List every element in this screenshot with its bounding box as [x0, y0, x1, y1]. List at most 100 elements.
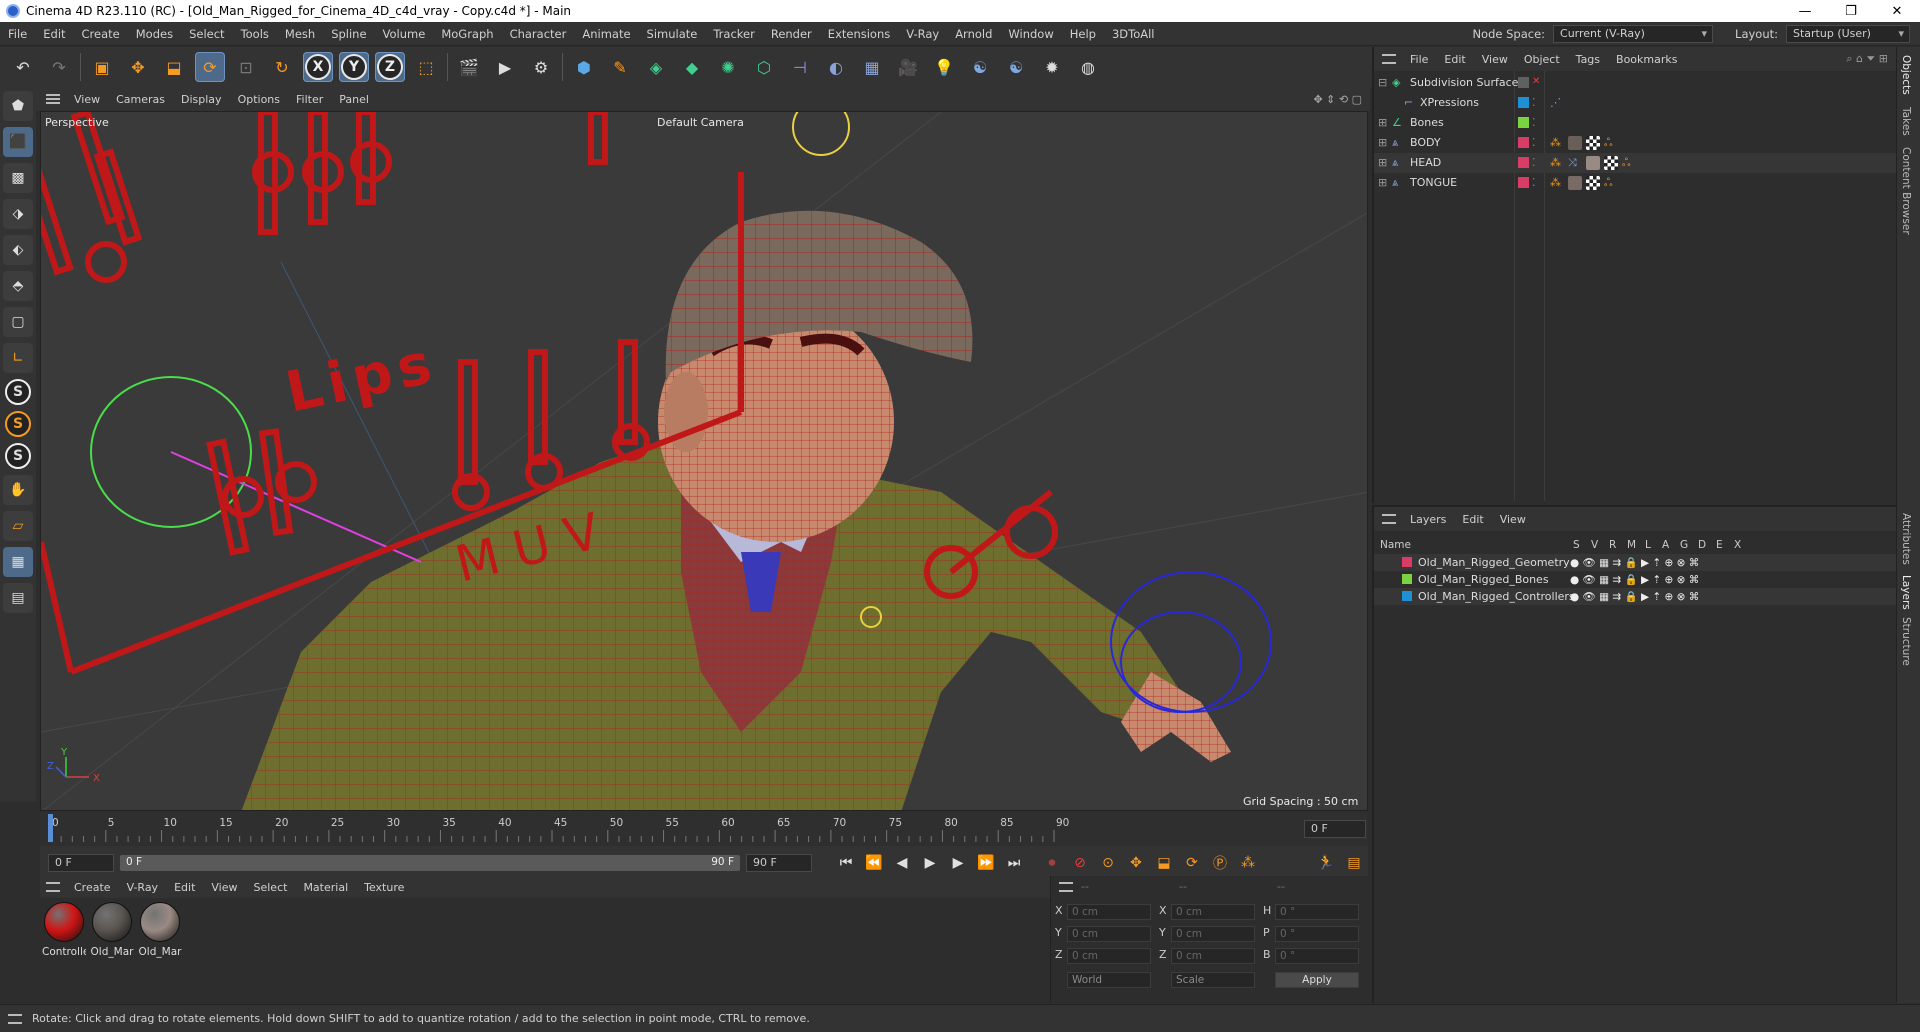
keyframe-selection-icon[interactable]: ⊙: [1097, 852, 1119, 874]
menu-modes[interactable]: Modes: [128, 27, 181, 41]
grid-icon[interactable]: ▦: [3, 547, 33, 577]
pos-x-field[interactable]: 0 cm: [1067, 904, 1151, 920]
weight-tag-icon[interactable]: ⁂: [1550, 176, 1564, 190]
layer-color-swatch[interactable]: [1518, 157, 1529, 168]
uvw-tag-icon[interactable]: [1586, 176, 1600, 190]
end-frame-field[interactable]: 90 F: [746, 854, 812, 872]
layer-row-geometry[interactable]: Old_Man_Rigged_Geometry ● 👁 ▦ ⇉ 🔒 ▶ ⇡ ⊕ …: [1374, 554, 1898, 571]
menu-vray[interactable]: V-Ray: [898, 27, 947, 41]
om-menu-tags[interactable]: Tags: [1568, 53, 1608, 66]
texture-mode-icon[interactable]: ▩: [3, 163, 33, 193]
menu-create[interactable]: Create: [74, 27, 128, 41]
z-axis-lock-button[interactable]: Z: [375, 52, 405, 82]
object-row-head[interactable]: ⊞ ⩓ HEAD ⁚ ⁂ ⤨ ஃ: [1374, 153, 1898, 173]
material-tag-icon[interactable]: [1586, 156, 1600, 170]
menu-tracker[interactable]: Tracker: [705, 27, 763, 41]
current-frame-field[interactable]: 0 F: [1304, 820, 1366, 838]
apply-button[interactable]: Apply: [1275, 972, 1359, 988]
skin-tag-icon[interactable]: ஃ: [1604, 176, 1618, 190]
maximize-button[interactable]: ❐: [1828, 4, 1874, 19]
minimize-button[interactable]: —: [1782, 4, 1828, 19]
material-tag-icon[interactable]: [1568, 136, 1582, 150]
layer-color-swatch[interactable]: [1518, 137, 1529, 148]
layer-col-generators[interactable]: G: [1680, 539, 1688, 551]
playhead[interactable]: [48, 814, 53, 842]
om-menu-bookmarks[interactable]: Bookmarks: [1608, 53, 1685, 66]
camera-icon[interactable]: 🎥: [893, 52, 923, 82]
edge-mode-icon[interactable]: ⬖: [3, 235, 33, 265]
menu-simulate[interactable]: Simulate: [639, 27, 706, 41]
3d-viewport[interactable]: Lips M U V X Y Z Perspective Default Cam…: [40, 111, 1368, 811]
tab-content-browser[interactable]: Content Browser: [1900, 147, 1912, 235]
render-settings-icon[interactable]: ⚙: [526, 52, 556, 82]
layer-color-swatch[interactable]: [1518, 77, 1529, 88]
pla-key-icon[interactable]: ⁂: [1237, 852, 1259, 874]
size-mode-select[interactable]: Scale: [1171, 972, 1255, 988]
hamburger-icon[interactable]: [1059, 882, 1073, 892]
record-keys-icon[interactable]: ⏺: [1041, 852, 1063, 874]
object-row-tongue[interactable]: ⊞ ⩓ TONGUE ⁚ ⁂ ஃ: [1374, 173, 1898, 193]
layer-color-swatch[interactable]: [1402, 574, 1412, 584]
layer-col-animation[interactable]: A: [1662, 539, 1669, 551]
object-row-bones[interactable]: ⊞ ∠ Bones ⁚: [1374, 113, 1898, 133]
layer-row-bones[interactable]: Old_Man_Rigged_Bones ● 👁 ▦ ⇉ 🔒 ▶ ⇡ ⊕ ⊗ ⌘: [1374, 571, 1898, 588]
model-mode-icon[interactable]: ⬛: [3, 127, 33, 157]
material-menu-texture[interactable]: Texture: [356, 881, 412, 894]
pos-z-field[interactable]: 0 cm: [1067, 948, 1151, 964]
locked-workplane-icon[interactable]: ▤: [3, 583, 33, 613]
layer-col-deformers[interactable]: D: [1698, 539, 1706, 551]
next-key-icon[interactable]: ⏩: [975, 852, 997, 874]
cloner-icon[interactable]: ✺: [713, 52, 743, 82]
go-to-start-icon[interactable]: ⏮: [835, 852, 857, 874]
material-menu-view[interactable]: View: [203, 881, 245, 894]
go-to-end-icon[interactable]: ⏭: [1003, 852, 1025, 874]
coordinate-mode-select[interactable]: World: [1067, 972, 1151, 988]
hamburger-icon[interactable]: [1382, 514, 1396, 524]
layer-color-swatch[interactable]: [1518, 97, 1529, 108]
python-script-icon[interactable]: ☯: [1001, 52, 1031, 82]
timeline-window-icon[interactable]: ▤: [1343, 852, 1365, 874]
make-editable-icon[interactable]: ⬟: [3, 91, 33, 121]
viewport-menu-display[interactable]: Display: [173, 93, 230, 106]
viewport-menu-view[interactable]: View: [66, 93, 108, 106]
menu-mesh[interactable]: Mesh: [277, 27, 323, 41]
expand-icon[interactable]: ⊞: [1378, 156, 1392, 170]
menu-help[interactable]: Help: [1062, 27, 1104, 41]
point-mode-icon[interactable]: ⬗: [3, 199, 33, 229]
layer-color-swatch[interactable]: [1402, 557, 1412, 567]
viewport-menu-filter[interactable]: Filter: [288, 93, 331, 106]
rot-h-field[interactable]: 0 °: [1275, 904, 1359, 920]
tab-structure[interactable]: Structure: [1900, 617, 1912, 666]
field-icon[interactable]: ◐: [821, 52, 851, 82]
layer-col-manager[interactable]: M: [1627, 539, 1636, 551]
position-key-icon[interactable]: ✥: [1125, 852, 1147, 874]
layer-menu-edit[interactable]: Edit: [1454, 513, 1491, 526]
expand-icon[interactable]: ⊞: [1378, 136, 1392, 150]
y-axis-lock-button[interactable]: Y: [339, 52, 369, 82]
coordinate-system-icon[interactable]: ⬚: [411, 52, 441, 82]
skin-tag-icon[interactable]: ஃ: [1604, 136, 1618, 150]
uv-mode-icon[interactable]: ▢: [3, 307, 33, 337]
scale-icon[interactable]: ⬓: [159, 52, 189, 82]
viewport-menu-options[interactable]: Options: [230, 93, 288, 106]
uvw-tag-icon[interactable]: [1586, 136, 1600, 150]
node-space-select[interactable]: Current (V-Ray): [1553, 24, 1714, 43]
start-frame-field[interactable]: 0 F: [48, 854, 114, 872]
bend-deformer-icon[interactable]: ⊣: [785, 52, 815, 82]
pose-morph-tag-icon[interactable]: ⤨: [1568, 156, 1582, 170]
pos-y-field[interactable]: 0 cm: [1067, 926, 1151, 942]
polygon-mode-icon[interactable]: ⬘: [3, 271, 33, 301]
material-menu-edit[interactable]: Edit: [166, 881, 203, 894]
layer-row-controllers[interactable]: Old_Man_Rigged_Controllers ● 👁 ▦ ⇉ 🔒 ▶ ⇡…: [1374, 588, 1898, 605]
menu-select[interactable]: Select: [181, 27, 232, 41]
floor-icon[interactable]: ▦: [857, 52, 887, 82]
layer-col-solo[interactable]: S: [1573, 539, 1580, 551]
layer-toggle-icons[interactable]: ● 👁 ▦ ⇉ 🔒 ▶ ⇡ ⊕ ⊗ ⌘: [1570, 556, 1699, 569]
render-view-icon[interactable]: ▶: [490, 52, 520, 82]
visibility-toggle-icon[interactable]: ✕: [1532, 76, 1546, 90]
live-selection-icon[interactable]: ▣: [87, 52, 117, 82]
om-menu-object[interactable]: Object: [1516, 53, 1568, 66]
menu-window[interactable]: Window: [1000, 27, 1061, 41]
workplane-icon[interactable]: ▱: [3, 511, 33, 541]
layout-select[interactable]: Startup (User): [1786, 24, 1910, 43]
